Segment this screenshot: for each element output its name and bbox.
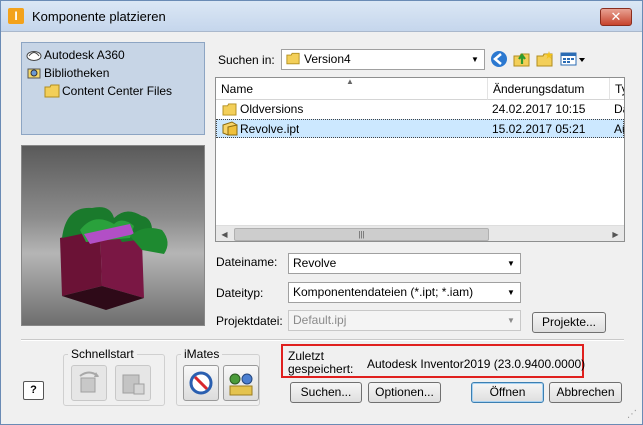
revolve-part-render [60,207,168,310]
imate-interactive-button[interactable] [183,365,219,401]
back-icon[interactable] [490,50,508,68]
tree-item-label: Autodesk A360 [44,48,125,62]
options-button[interactable]: Optionen... [368,382,441,403]
new-folder-icon[interactable] [536,50,554,68]
imates-label: iMates [181,347,223,361]
file-list[interactable]: Name ▲ Änderungsdatum Ty Oldversions 24.… [215,77,625,242]
lookin-label: Suchen in: [218,53,275,67]
help-button[interactable]: ? [23,381,44,400]
filetype-combo[interactable]: Komponentendateien (*.ipt; *.iam) ▼ [288,282,521,303]
projects-button[interactable]: Projekte... [532,312,606,333]
file-date: 24.02.2017 10:15 [492,102,586,116]
quicklaunch-label: Schnellstart [68,347,137,361]
chevron-down-icon: ▼ [471,55,479,64]
chevron-down-icon: ▼ [507,316,515,325]
filetype-value: Komponentendateien (*.ipt; *.iam) [293,285,474,299]
column-header-label: Ty [615,82,624,96]
imate-target-icon [189,371,213,395]
column-header-date[interactable]: Änderungsdatum [488,78,610,100]
rotate-component-icon [79,371,99,393]
tree-item-label: Bibliotheken [44,66,110,80]
file-date: 15.02.2017 05:21 [492,122,586,136]
tree-item-libraries[interactable]: Bibliotheken [26,64,109,82]
folder-icon [222,103,237,116]
project-value: Default.ipj [293,313,347,327]
file-type: Da [614,102,624,116]
inventor-app-icon: I [8,8,24,24]
resize-grip-icon[interactable]: ⋰ [627,409,641,423]
imate-auto-button[interactable] [223,365,259,401]
quicklaunch-rotate-button [71,365,107,401]
file-row[interactable]: Oldversions 24.02.2017 10:15 Da [216,100,624,119]
imate-auto-icon [229,373,253,396]
tree-item-a360[interactable]: Autodesk A360 [26,46,125,64]
file-row-selected[interactable]: Revolve.ipt 15.02.2017 05:21 Au [216,119,624,138]
horizontal-scrollbar[interactable]: ◀ ||| ▶ [216,225,624,241]
part-preview-image [21,145,205,326]
column-header-name[interactable]: Name ▲ [216,78,488,100]
project-label: Projektdatei: [216,314,283,328]
folder-icon [286,52,300,65]
sort-asc-icon: ▲ [346,77,354,86]
folder-icon [44,84,60,98]
project-combo: Default.ipj ▼ [288,310,521,331]
scroll-right-icon[interactable]: ▶ [607,226,624,241]
a360-icon [26,51,42,61]
filetype-label: Dateityp: [216,286,264,300]
lookin-value: Version4 [304,52,351,66]
help-icon: ? [30,384,37,396]
title-bar[interactable]: I Komponente platzieren ✕ [1,1,642,32]
up-folder-icon[interactable] [513,50,531,68]
chevron-down-icon: ▼ [507,259,515,268]
separator [21,339,624,341]
last-saved-value: Autodesk Inventor2019 (23.0.9400.0000) [367,357,586,371]
column-header-label: Änderungsdatum [493,82,585,96]
scroll-thumb[interactable]: ||| [234,228,489,241]
lookin-combo[interactable]: Version4 ▼ [281,49,485,70]
file-name: Revolve.ipt [240,122,300,136]
filename-combo[interactable]: Revolve ▼ [288,253,521,274]
tree-item-label: Content Center Files [62,84,173,98]
column-header-type[interactable]: Ty [610,78,624,100]
place-component-icon [122,374,145,395]
part-file-icon [222,121,238,136]
last-saved-label: Zuletzt gespeichert: [288,350,353,376]
scroll-left-icon[interactable]: ◀ [216,226,233,241]
file-name: Oldversions [240,102,304,116]
view-menu-icon[interactable] [560,50,586,68]
quicklaunch-place-button [115,365,151,401]
window-title: Komponente platzieren [32,9,166,24]
chevron-down-icon: ▼ [507,288,515,297]
tree-item-content-center[interactable]: Content Center Files [44,82,172,100]
open-button[interactable]: Öffnen [471,382,544,403]
last-saved-label-line: gespeichert: [288,362,354,376]
filename-label: Dateiname: [216,255,278,269]
column-header-label: Name [221,82,254,96]
location-tree: Autodesk A360 Bibliotheken Content Cente… [21,42,205,135]
close-button[interactable]: ✕ [600,8,632,26]
file-type: Au [614,122,624,136]
place-component-dialog: I Komponente platzieren ✕ Autodesk A360 … [0,0,643,425]
search-button[interactable]: Suchen... [290,382,362,403]
library-icon [27,68,41,79]
cancel-button[interactable]: Abbrechen [549,382,622,403]
filename-value: Revolve [293,256,337,270]
